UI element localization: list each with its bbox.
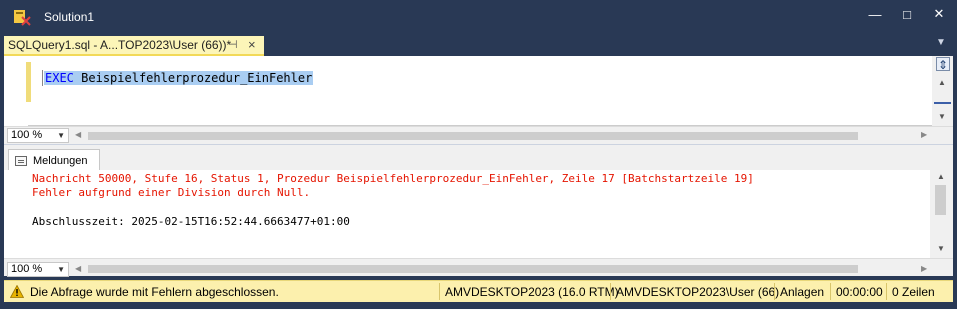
text-caret bbox=[42, 70, 43, 86]
message-line: Fehler aufgrund einer Division durch Nul… bbox=[32, 186, 311, 199]
tab-messages[interactable]: Meldungen bbox=[8, 149, 100, 171]
editor-gutter bbox=[4, 56, 28, 126]
close-window-button[interactable]: ✕ bbox=[922, 0, 956, 28]
editor-zoom-select[interactable]: 100 % ▼ bbox=[7, 128, 69, 143]
procedure-name: Beispielfehlerprozedur_EinFehler bbox=[81, 71, 313, 85]
tab-messages-label: Meldungen bbox=[33, 154, 88, 167]
results-scroll-thumb[interactable] bbox=[935, 185, 946, 215]
change-tracking-marker bbox=[26, 62, 31, 102]
status-divider bbox=[830, 283, 831, 300]
splitter-icon[interactable]: ⇕ bbox=[936, 57, 950, 72]
document-tab-strip: SQLQuery1.sql - A...TOP2023\User (66))* … bbox=[0, 34, 957, 56]
messages-icon bbox=[15, 155, 27, 166]
scroll-left-icon[interactable]: ◀ bbox=[75, 130, 81, 139]
app-icon bbox=[14, 10, 31, 26]
status-user: AMVDESKTOP2023\User (66) bbox=[616, 285, 780, 299]
warning-icon bbox=[10, 285, 24, 298]
pin-icon[interactable]: ⊣ bbox=[228, 38, 238, 51]
scroll-down-icon[interactable]: ▼ bbox=[937, 244, 945, 253]
scroll-down-icon[interactable]: ▼ bbox=[938, 112, 946, 121]
results-tab-strip: Meldungen bbox=[4, 144, 953, 171]
status-divider bbox=[886, 283, 887, 300]
tab-sqlquery1[interactable]: SQLQuery1.sql - A...TOP2023\User (66))* … bbox=[4, 36, 264, 56]
status-rows: 0 Zeilen bbox=[892, 285, 935, 299]
results-vertical-scrollbar[interactable]: ▲ ▼ bbox=[930, 170, 953, 258]
scroll-left-icon[interactable]: ◀ bbox=[75, 264, 81, 273]
results-zoom-row: 100 % ▼ ◀ ▶ bbox=[4, 258, 953, 277]
window-title: Solution1 bbox=[44, 10, 95, 24]
status-database: Anlagen bbox=[780, 285, 825, 299]
title-bar: Solution1 — □ ✕ bbox=[0, 0, 957, 34]
results-zoom-select[interactable]: 100 % ▼ bbox=[7, 262, 69, 277]
editor-vertical-scrollbar[interactable]: ⇕ ▲ ▼ bbox=[932, 56, 953, 126]
editor-horizontal-scroll-thumb[interactable] bbox=[88, 132, 858, 140]
status-elapsed: 00:00:00 bbox=[836, 285, 883, 299]
scroll-up-icon[interactable]: ▲ bbox=[937, 172, 945, 181]
scroll-position-marker bbox=[934, 102, 951, 104]
minimize-button[interactable]: — bbox=[858, 0, 892, 28]
close-icon[interactable]: × bbox=[248, 37, 256, 52]
results-horizontal-scroll-thumb[interactable] bbox=[88, 265, 858, 273]
maximize-button[interactable]: □ bbox=[890, 0, 924, 28]
keyword-exec: EXEC bbox=[45, 71, 74, 85]
scroll-up-icon[interactable]: ▲ bbox=[938, 78, 946, 87]
chevron-down-icon: ▼ bbox=[57, 265, 65, 274]
editor-zoom-row: 100 % ▼ ◀ ▶ bbox=[4, 126, 953, 144]
code-line-1[interactable]: EXEC Beispielfehlerprozedur_EinFehler bbox=[44, 71, 314, 85]
status-divider bbox=[774, 283, 775, 300]
scroll-right-icon[interactable]: ▶ bbox=[921, 264, 927, 273]
results-zoom-value: 100 % bbox=[11, 263, 43, 275]
window-bottom-edge bbox=[0, 302, 957, 309]
scroll-right-icon[interactable]: ▶ bbox=[921, 130, 927, 139]
status-divider bbox=[439, 283, 440, 300]
status-server: AMVDESKTOP2023 (16.0 RTM) bbox=[445, 285, 619, 299]
status-message: Die Abfrage wurde mit Fehlern abgeschlos… bbox=[30, 285, 279, 299]
query-editor[interactable]: EXEC Beispielfehlerprozedur_EinFehler bbox=[4, 56, 932, 126]
tab-label: SQLQuery1.sql - A...TOP2023\User (66))* bbox=[8, 38, 232, 52]
chevron-down-icon: ▼ bbox=[57, 131, 65, 140]
tab-list-dropdown-icon[interactable]: ▼ bbox=[936, 37, 946, 48]
editor-zoom-value: 100 % bbox=[11, 129, 43, 141]
query-status-bar: Die Abfrage wurde mit Fehlern abgeschlos… bbox=[4, 280, 953, 302]
messages-pane[interactable]: Nachricht 50000, Stufe 16, Status 1, Pro… bbox=[4, 170, 930, 258]
message-line: Nachricht 50000, Stufe 16, Status 1, Pro… bbox=[32, 172, 754, 185]
message-line: Abschlusszeit: 2025-02-15T16:52:44.66634… bbox=[32, 215, 350, 228]
status-divider bbox=[610, 283, 611, 300]
